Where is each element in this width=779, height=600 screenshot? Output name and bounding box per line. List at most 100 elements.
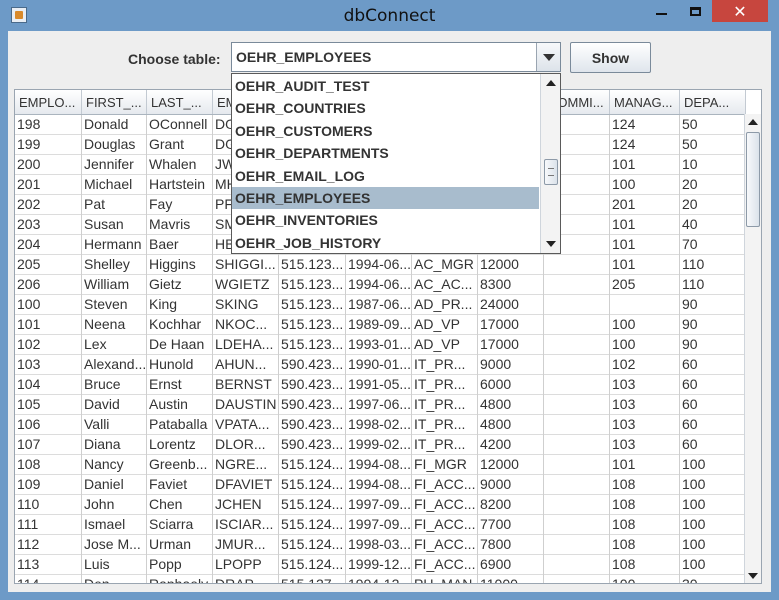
table-cell[interactable]: Lorentz: [147, 435, 213, 455]
table-cell[interactable]: 1993-01...: [346, 335, 412, 355]
table-cell[interactable]: John: [82, 495, 147, 515]
table-cell[interactable]: NKOC...: [213, 315, 279, 335]
table-cell[interactable]: 90: [680, 315, 746, 335]
dropdown-scrollbar[interactable]: [540, 74, 560, 253]
table-cell[interactable]: 201: [15, 175, 82, 195]
table-cell[interactable]: 20: [680, 195, 746, 215]
table-cell[interactable]: 108: [610, 555, 680, 575]
table-cell[interactable]: Baer: [147, 235, 213, 255]
table-cell[interactable]: Gietz: [147, 275, 213, 295]
table-cell[interactable]: PU_MAN...: [412, 575, 478, 583]
table-cell[interactable]: 101: [610, 235, 680, 255]
table-cell[interactable]: 206: [15, 275, 82, 295]
column-header[interactable]: EMPLO...: [15, 90, 82, 114]
table-cell[interactable]: 60: [680, 395, 746, 415]
table-cell[interactable]: [544, 515, 610, 535]
table-cell[interactable]: Chen: [147, 495, 213, 515]
table-cell[interactable]: 1999-12...: [346, 555, 412, 575]
show-button[interactable]: Show: [570, 42, 651, 73]
table-cell[interactable]: 103: [610, 375, 680, 395]
table-cell[interactable]: 1997-09...: [346, 495, 412, 515]
table-cell[interactable]: 110: [15, 495, 82, 515]
table-cell[interactable]: 198: [15, 115, 82, 135]
table-cell[interactable]: 8200: [478, 495, 544, 515]
table-cell[interactable]: 100: [680, 475, 746, 495]
table-cell[interactable]: 515.124...: [279, 535, 346, 555]
table-cell[interactable]: 70: [680, 235, 746, 255]
table-row[interactable]: 106 Valli Pataballa VPATA... 590.423... 1998-…: [15, 415, 746, 435]
table-cell[interactable]: 590.423...: [279, 395, 346, 415]
table-cell[interactable]: 515.124...: [279, 555, 346, 575]
dropdown-option[interactable]: OEHR_AUDIT_TEST: [232, 75, 539, 97]
table-cell[interactable]: 203: [15, 215, 82, 235]
dropdown-option[interactable]: OEHR_EMPLOYEES: [232, 187, 539, 209]
table-cell[interactable]: Faviet: [147, 475, 213, 495]
table-cell[interactable]: 90: [680, 335, 746, 355]
table-cell[interactable]: [544, 435, 610, 455]
table-row[interactable]: 108 Nancy Greenb... NGRE... 515.124... 1994-0…: [15, 455, 746, 475]
table-cell[interactable]: Valli: [82, 415, 147, 435]
table-cell[interactable]: 100: [680, 495, 746, 515]
table-cell[interactable]: [544, 395, 610, 415]
table-cell[interactable]: 100: [610, 175, 680, 195]
table-cell[interactable]: 200: [15, 155, 82, 175]
table-cell[interactable]: Michael: [82, 175, 147, 195]
table-cell[interactable]: Den: [82, 575, 147, 583]
table-cell[interactable]: [544, 455, 610, 475]
table-cell[interactable]: IT_PR...: [412, 395, 478, 415]
table-cell[interactable]: 1999-02...: [346, 435, 412, 455]
table-cell[interactable]: 1991-05...: [346, 375, 412, 395]
table-cell[interactable]: Hartstein: [147, 175, 213, 195]
table-cell[interactable]: FI_ACC...: [412, 535, 478, 555]
table-cell[interactable]: 113: [15, 555, 82, 575]
scrollbar-thumb[interactable]: [746, 132, 760, 227]
table-cell[interactable]: 1997-06...: [346, 395, 412, 415]
table-cell[interactable]: 124: [610, 135, 680, 155]
table-select[interactable]: OEHR_EMPLOYEES: [231, 42, 561, 72]
table-cell[interactable]: FI_ACC...: [412, 495, 478, 515]
table-cell[interactable]: 114: [15, 575, 82, 583]
table-cell[interactable]: Kochhar: [147, 315, 213, 335]
column-header[interactable]: FIRST_...: [82, 90, 147, 114]
table-cell[interactable]: 1994-06...: [346, 275, 412, 295]
scroll-down-button[interactable]: [745, 568, 761, 583]
table-cell[interactable]: DRAP...: [213, 575, 279, 583]
table-cell[interactable]: OConnell: [147, 115, 213, 135]
table-cell[interactable]: IT_PR...: [412, 435, 478, 455]
table-cell[interactable]: Diana: [82, 435, 147, 455]
table-cell[interactable]: 201: [610, 195, 680, 215]
table-cell[interactable]: Pat: [82, 195, 147, 215]
table-cell[interactable]: 20: [680, 175, 746, 195]
table-cell[interactable]: [544, 475, 610, 495]
table-cell[interactable]: 1998-03...: [346, 535, 412, 555]
table-row[interactable]: 105 David Austin DAUSTIN 590.423... 1997-06..…: [15, 395, 746, 415]
table-cell[interactable]: 12000: [478, 255, 544, 275]
table-cell[interactable]: 17000: [478, 315, 544, 335]
table-cell[interactable]: 515.124...: [279, 475, 346, 495]
table-cell[interactable]: 100: [680, 555, 746, 575]
table-cell[interactable]: 590.423...: [279, 415, 346, 435]
table-cell[interactable]: 515.127...: [279, 575, 346, 583]
table-cell[interactable]: Ernst: [147, 375, 213, 395]
table-cell[interactable]: Alexand...: [82, 355, 147, 375]
table-row[interactable]: 112 Jose M... Urman JMUR... 515.124... 1998-0…: [15, 535, 746, 555]
table-cell[interactable]: Donald: [82, 115, 147, 135]
table-row[interactable]: 103 Alexand... Hunold AHUN... 590.423... 1990…: [15, 355, 746, 375]
table-cell[interactable]: [544, 355, 610, 375]
table-cell[interactable]: FI_MGR: [412, 455, 478, 475]
dropdown-option[interactable]: OEHR_CUSTOMERS: [232, 120, 539, 142]
table-cell[interactable]: Popp: [147, 555, 213, 575]
table-cell[interactable]: AD_VP: [412, 315, 478, 335]
table-cell[interactable]: 1998-02...: [346, 415, 412, 435]
table-row[interactable]: 114 Den Raphaely DRAP... 515.127... 1994-12..…: [15, 575, 746, 583]
table-cell[interactable]: 590.423...: [279, 435, 346, 455]
table-row[interactable]: 107 Diana Lorentz DLOR... 590.423... 1999-02.…: [15, 435, 746, 455]
table-cell[interactable]: JCHEN: [213, 495, 279, 515]
dropdown-option[interactable]: OEHR_COUNTRIES: [232, 97, 539, 119]
table-cell[interactable]: Grant: [147, 135, 213, 155]
table-cell[interactable]: 102: [15, 335, 82, 355]
table-cell[interactable]: Urman: [147, 535, 213, 555]
table-cell[interactable]: David: [82, 395, 147, 415]
table-cell[interactable]: DFAVIET: [213, 475, 279, 495]
table-cell[interactable]: [544, 495, 610, 515]
